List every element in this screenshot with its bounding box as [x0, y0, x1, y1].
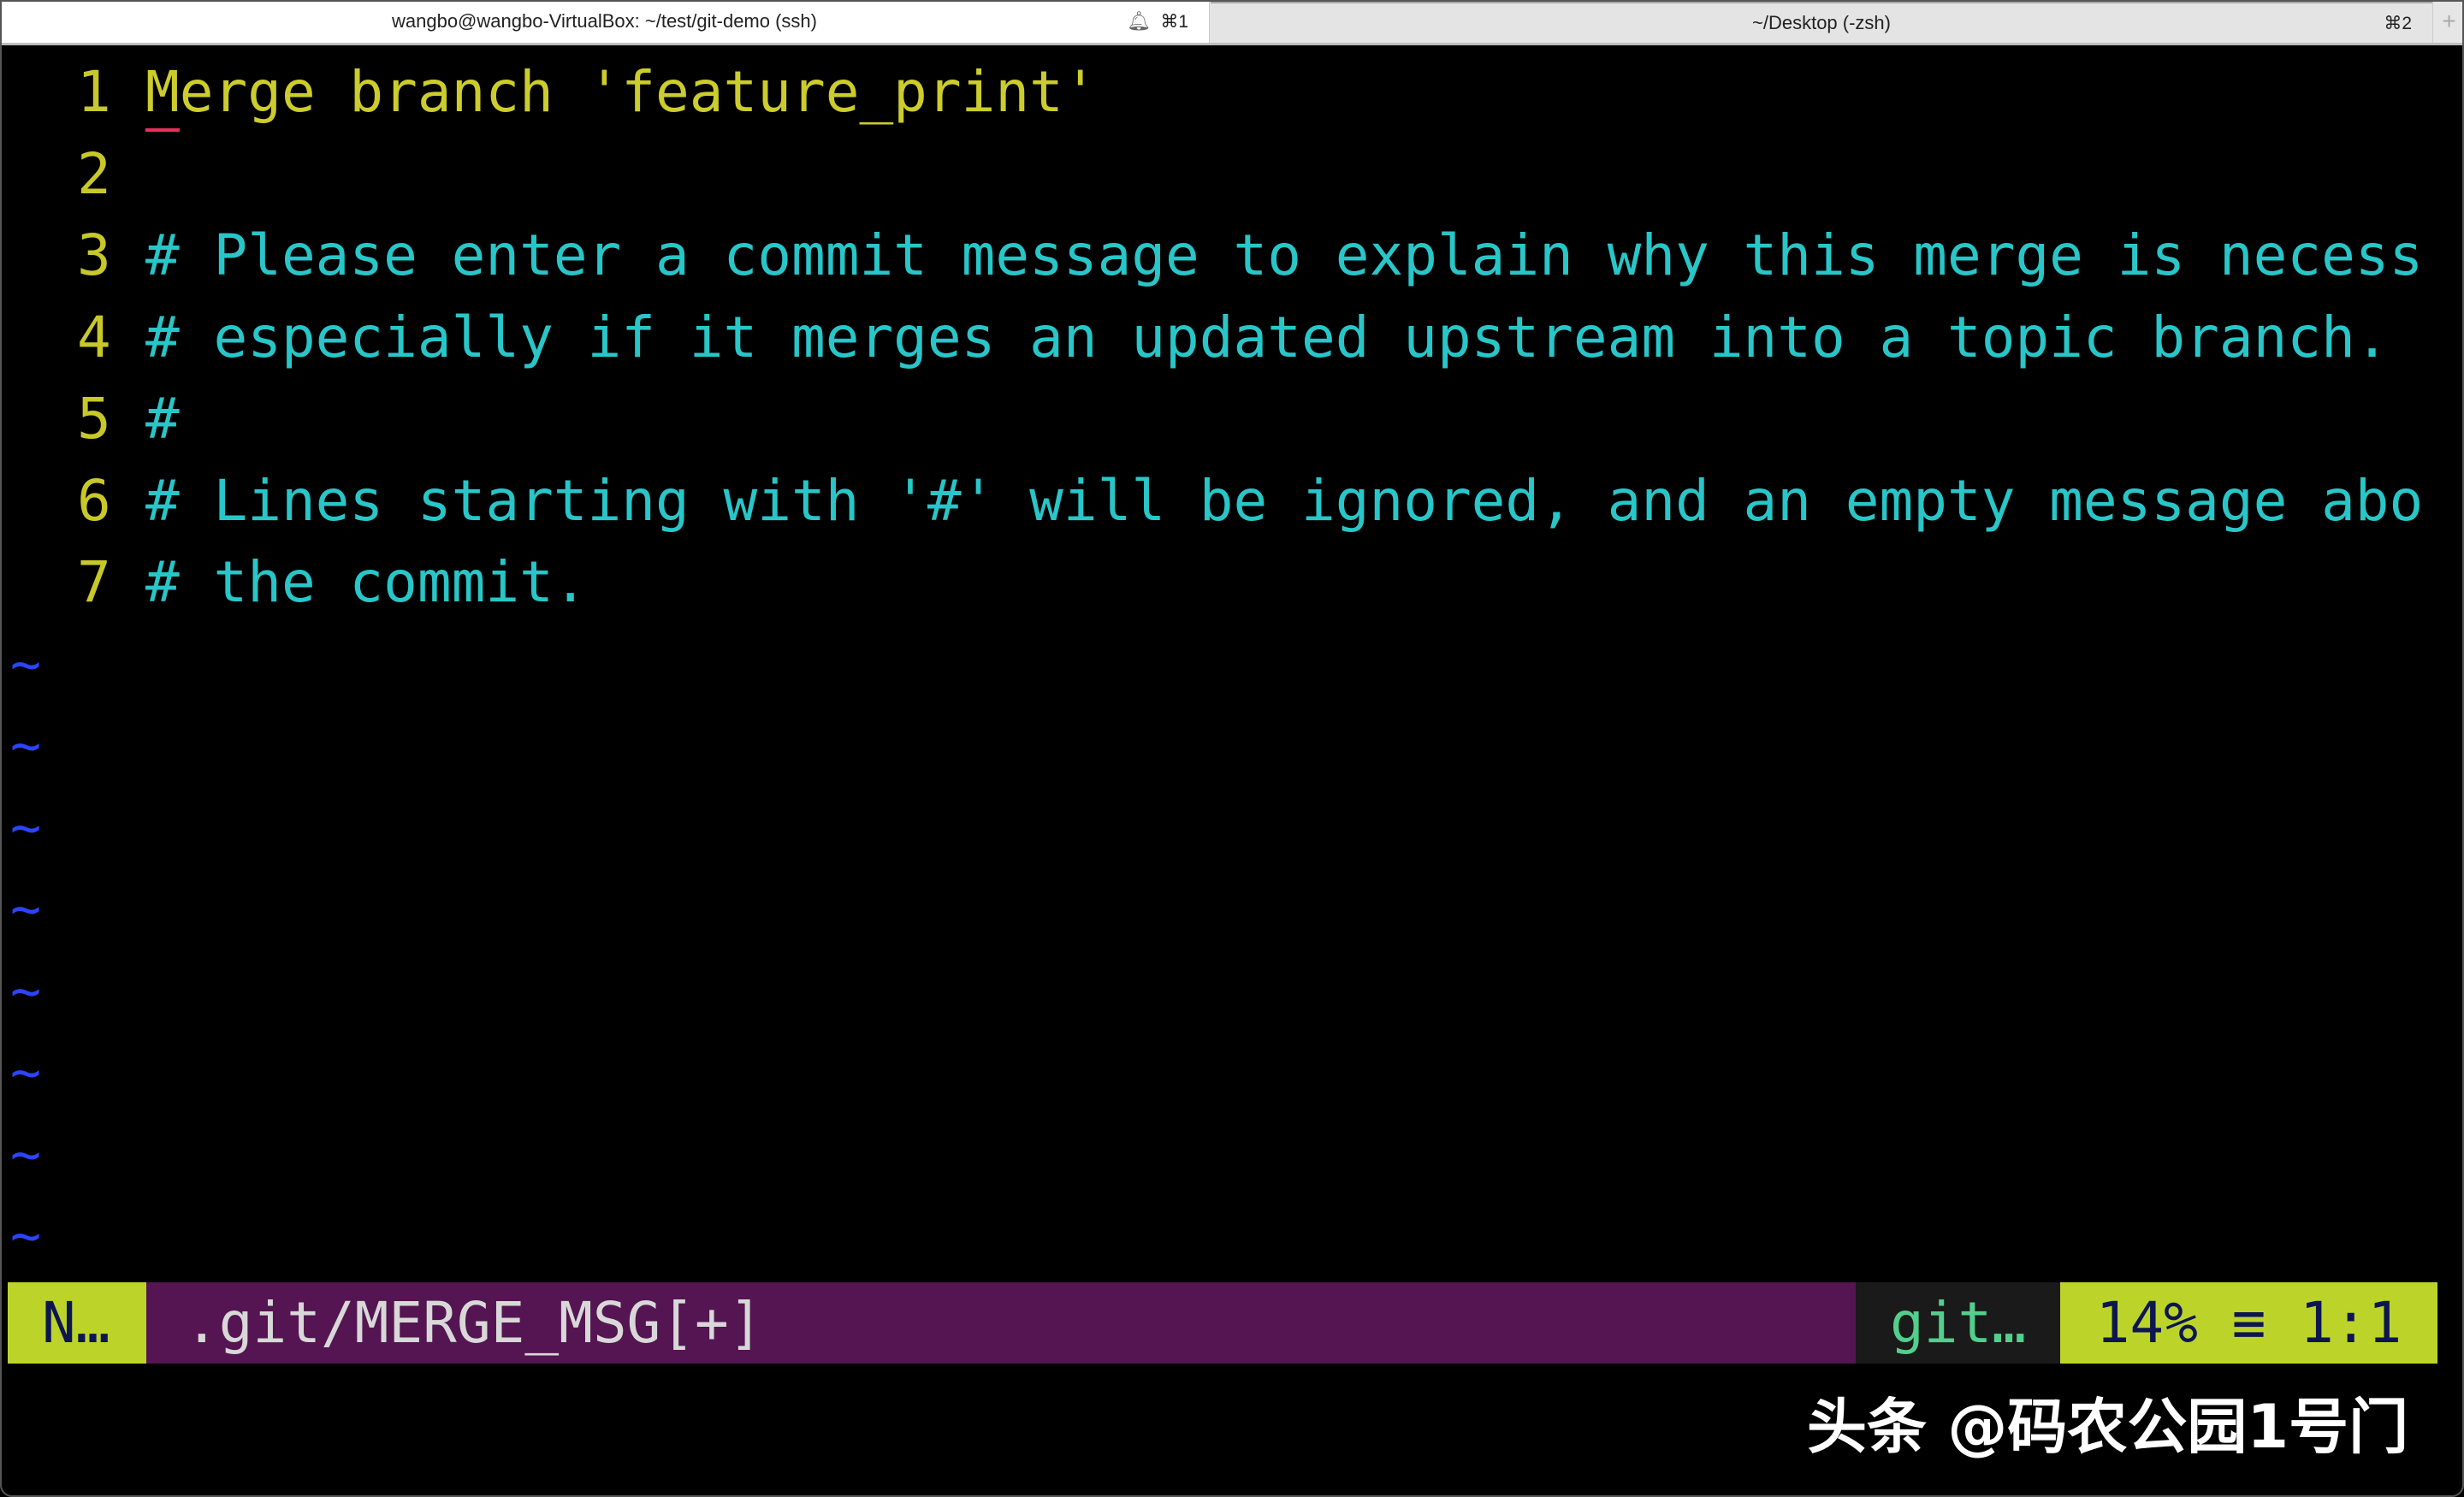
tab-title: ~/Desktop (-zsh): [1752, 12, 1891, 33]
line-number: 2: [77, 140, 111, 207]
line-text: # especially if it merges an updated ups…: [145, 304, 2390, 370]
empty-line-tilde: ~: [10, 634, 42, 695]
line-text: #: [145, 386, 180, 452]
line-number: 5: [77, 386, 111, 452]
empty-line-tilde: ~: [10, 961, 42, 1021]
tab-shortcut: ⌘1: [1160, 11, 1188, 32]
empty-line-tilde: ~: [10, 1124, 42, 1185]
status-position: 14% ≡ 1:1: [2060, 1282, 2437, 1364]
line-number: 6: [77, 467, 111, 534]
tab-ssh[interactable]: wangbo@wangbo-VirtualBox: ~/test/git-dem…: [0, 0, 1210, 43]
empty-line-tilde: ~: [10, 716, 42, 776]
line-number: 4: [77, 304, 111, 370]
line-text: # Lines starting with '#' will be ignore…: [145, 467, 2424, 534]
empty-line-tilde: ~: [10, 797, 42, 858]
line-number: 3: [77, 222, 111, 288]
line-text: # the commit.: [145, 549, 588, 615]
status-filename: .git/MERGE_MSG[+]: [146, 1282, 1856, 1364]
line-text: Merge branch 'feature_print': [145, 59, 1098, 125]
tab-desktop[interactable]: ~/Desktop (-zsh) ⌘2: [1211, 0, 2432, 43]
empty-line-tilde: ~: [10, 879, 42, 939]
vim-editor[interactable]: 1 Merge branch 'feature_print' 2 3 # Please …: [0, 45, 2464, 1286]
status-mode: N…: [8, 1282, 146, 1364]
line-number: 1: [77, 59, 111, 125]
empty-line-tilde: ~: [10, 1206, 42, 1266]
watermark: 头条 @码农公园1号门: [1807, 1392, 2409, 1462]
line-text: # Please enter a commit message to expla…: [145, 222, 2424, 288]
line-number: 7: [77, 549, 111, 615]
cursor: [145, 128, 180, 132]
empty-line-tilde: ~: [10, 1043, 42, 1103]
tab-title: wangbo@wangbo-VirtualBox: ~/test/git-dem…: [391, 10, 817, 32]
new-tab-button[interactable]: +: [2432, 0, 2464, 43]
tab-bar: wangbo@wangbo-VirtualBox: ~/test/git-dem…: [0, 0, 2464, 45]
status-filetype: git…: [1856, 1282, 2060, 1364]
tab-shortcut: ⌘2: [2384, 13, 2412, 33]
bell-icon: 🔔︎: [1127, 10, 1151, 32]
